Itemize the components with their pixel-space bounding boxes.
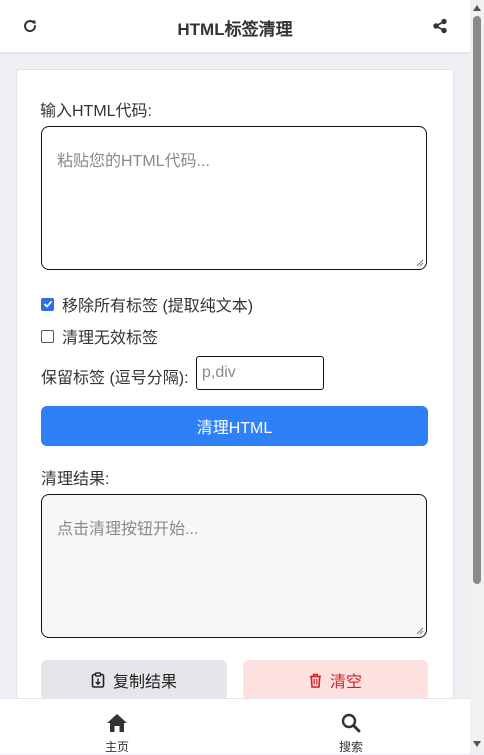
clean-invalid-checkbox[interactable] xyxy=(41,329,54,343)
result-textarea[interactable]: 点击清理按钮开始... xyxy=(41,494,427,638)
clear-label: 清空 xyxy=(329,674,362,691)
remove-all-option[interactable]: 移除所有标签 (提取纯文本) xyxy=(41,295,254,315)
bottom-nav: 主页 搜索 xyxy=(0,698,470,754)
clean-html-button[interactable]: 清理HTML xyxy=(41,406,428,446)
search-icon xyxy=(341,713,361,733)
keep-tags-input[interactable]: p,div xyxy=(196,356,324,390)
clean-invalid-option[interactable]: 清理无效标签 xyxy=(41,327,159,347)
html-input-textarea[interactable]: 粘贴您的HTML代码... xyxy=(41,126,427,270)
clean-invalid-label: 清理无效标签 xyxy=(62,330,159,347)
resize-handle-icon[interactable] xyxy=(416,259,424,267)
scroll-up-icon[interactable] xyxy=(473,4,481,12)
result-label: 清理结果: xyxy=(41,471,110,488)
scroll-down-icon[interactable] xyxy=(473,740,481,748)
share-icon[interactable] xyxy=(430,16,450,36)
html-input-placeholder: 粘贴您的HTML代码... xyxy=(57,153,210,170)
nav-search-label: 搜索 xyxy=(338,740,363,754)
copy-result-button[interactable]: 复制结果 xyxy=(41,660,227,700)
page-title: HTML标签清理 xyxy=(177,20,293,39)
nav-home-label: 主页 xyxy=(104,740,129,754)
clear-button[interactable]: 清空 xyxy=(243,660,428,700)
clipboard-icon xyxy=(91,672,105,688)
scrollbar-thumb[interactable] xyxy=(473,16,481,584)
input-label: 输入HTML代码: xyxy=(40,103,153,120)
remove-all-label: 移除所有标签 (提取纯文本) xyxy=(62,298,254,315)
home-icon xyxy=(107,714,127,732)
checkmark-icon xyxy=(43,300,52,308)
resize-handle-icon[interactable] xyxy=(416,627,424,635)
nav-item-search[interactable]: 搜索 xyxy=(321,713,381,755)
copy-result-label: 复制结果 xyxy=(112,674,177,691)
keep-tags-label: 保留标签 (逗号分隔): xyxy=(41,370,189,387)
result-placeholder: 点击清理按钮开始... xyxy=(57,521,199,538)
keep-tags-placeholder: p,div xyxy=(202,364,236,381)
trash-icon xyxy=(309,673,321,688)
remove-all-checkbox[interactable] xyxy=(41,297,54,311)
clean-html-button-label: 清理HTML xyxy=(196,420,273,437)
nav-item-home[interactable]: 主页 xyxy=(87,713,147,755)
app-header: HTML标签清理 xyxy=(0,0,470,53)
